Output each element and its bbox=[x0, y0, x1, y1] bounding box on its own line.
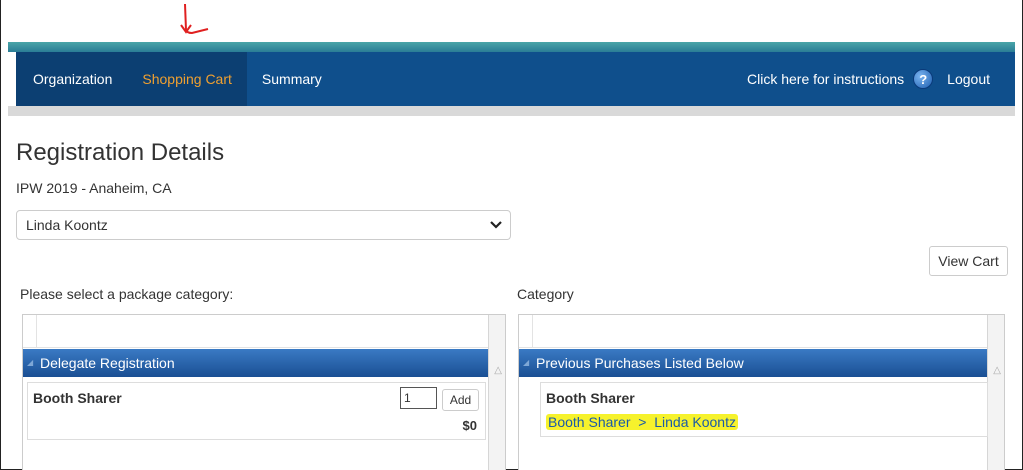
item-price: $0 bbox=[462, 418, 477, 433]
purchase-link[interactable]: Booth Sharer > Linda Koontz bbox=[546, 414, 738, 430]
view-cart-button[interactable]: View Cart bbox=[929, 246, 1008, 276]
collapse-triangle-icon: ◢ bbox=[27, 358, 34, 367]
add-button[interactable]: Add bbox=[442, 389, 479, 411]
top-navbar: Organization Shopping Cart Summary Click… bbox=[16, 52, 1015, 106]
purchase-item: Booth Sharer Booth Sharer > Linda Koontz bbox=[540, 382, 988, 437]
nav-shopping-cart[interactable]: Shopping Cart bbox=[127, 52, 247, 106]
item-name: Booth Sharer bbox=[33, 390, 122, 406]
category-panel: △ ◢ Previous Purchases Listed Below Boot… bbox=[518, 314, 1005, 470]
scroll-up-icon[interactable]: △ bbox=[494, 365, 502, 376]
panel-header-area bbox=[23, 315, 505, 348]
scroll-up-icon[interactable]: △ bbox=[993, 365, 1001, 376]
scrollbar[interactable]: △ bbox=[488, 315, 505, 470]
nav-summary[interactable]: Summary bbox=[247, 52, 337, 106]
package-item: Booth Sharer 1 Add $0 bbox=[27, 382, 486, 440]
category-label: Category bbox=[517, 286, 574, 302]
attendee-select[interactable]: Linda Koontz bbox=[16, 210, 511, 240]
category-header-delegate-registration[interactable]: ◢ Delegate Registration bbox=[23, 349, 488, 377]
scrollbar[interactable]: △ bbox=[987, 315, 1004, 470]
attendee-select-value: Linda Koontz bbox=[26, 217, 108, 233]
category-header-previous-purchases[interactable]: ◢ Previous Purchases Listed Below bbox=[519, 349, 987, 377]
item-name: Booth Sharer bbox=[546, 390, 635, 406]
panel-header-area bbox=[519, 315, 1004, 348]
page-title: Registration Details bbox=[16, 139, 225, 166]
header-divider bbox=[8, 106, 1015, 116]
instructions-link[interactable]: Click here for instructions bbox=[747, 71, 904, 87]
logout-link[interactable]: Logout bbox=[947, 71, 990, 87]
category-header-label: Previous Purchases Listed Below bbox=[536, 355, 744, 371]
nav-organization[interactable]: Organization bbox=[16, 52, 128, 106]
nav-right-group: Click here for instructions ? Logout bbox=[747, 69, 1015, 89]
chevron-down-icon bbox=[490, 211, 502, 248]
annotation-arrow-icon bbox=[180, 3, 209, 35]
header-accent-bar bbox=[8, 42, 1015, 52]
package-panel: △ ◢ Delegate Registration Booth Sharer 1… bbox=[22, 314, 506, 470]
event-name: IPW 2019 - Anaheim, CA bbox=[16, 180, 172, 196]
package-category-label: Please select a package category: bbox=[20, 286, 234, 302]
collapse-triangle-icon: ◢ bbox=[523, 358, 530, 367]
help-icon[interactable]: ? bbox=[913, 69, 934, 89]
quantity-input[interactable]: 1 bbox=[400, 387, 437, 409]
category-header-label: Delegate Registration bbox=[40, 355, 175, 371]
